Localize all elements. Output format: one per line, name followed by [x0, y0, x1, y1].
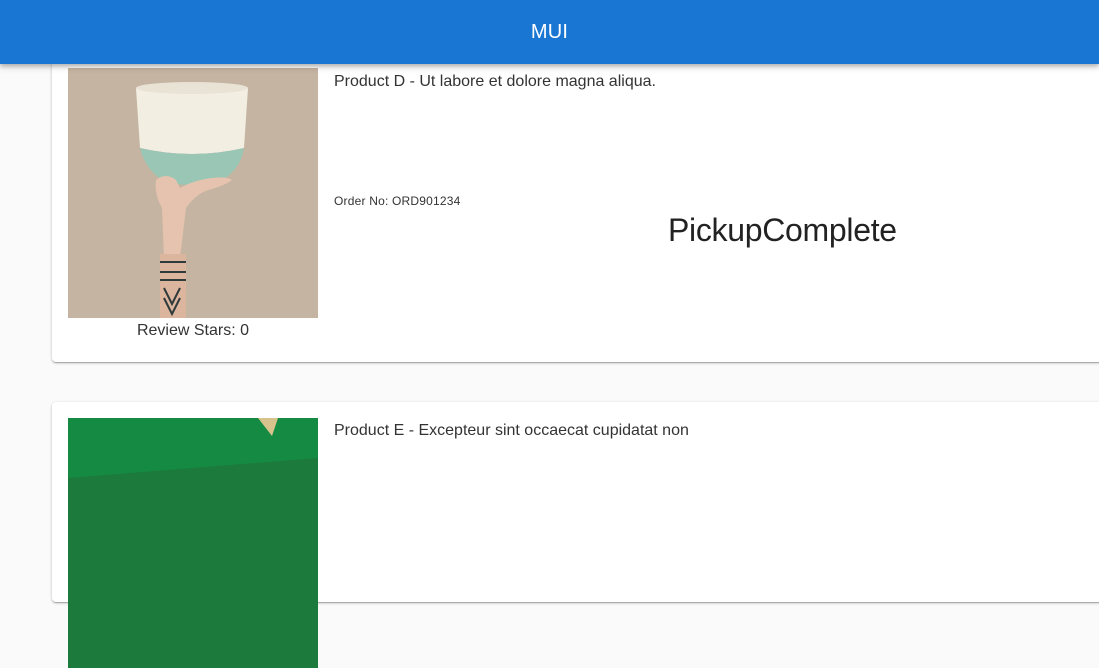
product-image	[68, 418, 318, 668]
review-stars: Review Stars: 0	[136, 322, 250, 339]
product-description: Product D - Ut labore et dolore magna al…	[334, 73, 656, 90]
order-card: Product E - Excepteur sint occaecat cupi…	[52, 402, 1099, 668]
app-title: MUI	[530, 20, 569, 43]
order-card: Product D - Ut labore et dolore magna al…	[52, 30, 1099, 362]
order-number: Order No: ORD901234	[334, 194, 461, 208]
app-bar: MUI	[0, 0, 1099, 64]
product-image	[68, 68, 318, 318]
product-description: Product E - Excepteur sint occaecat cupi…	[334, 422, 689, 439]
order-status: PickupComplete	[668, 212, 897, 248]
